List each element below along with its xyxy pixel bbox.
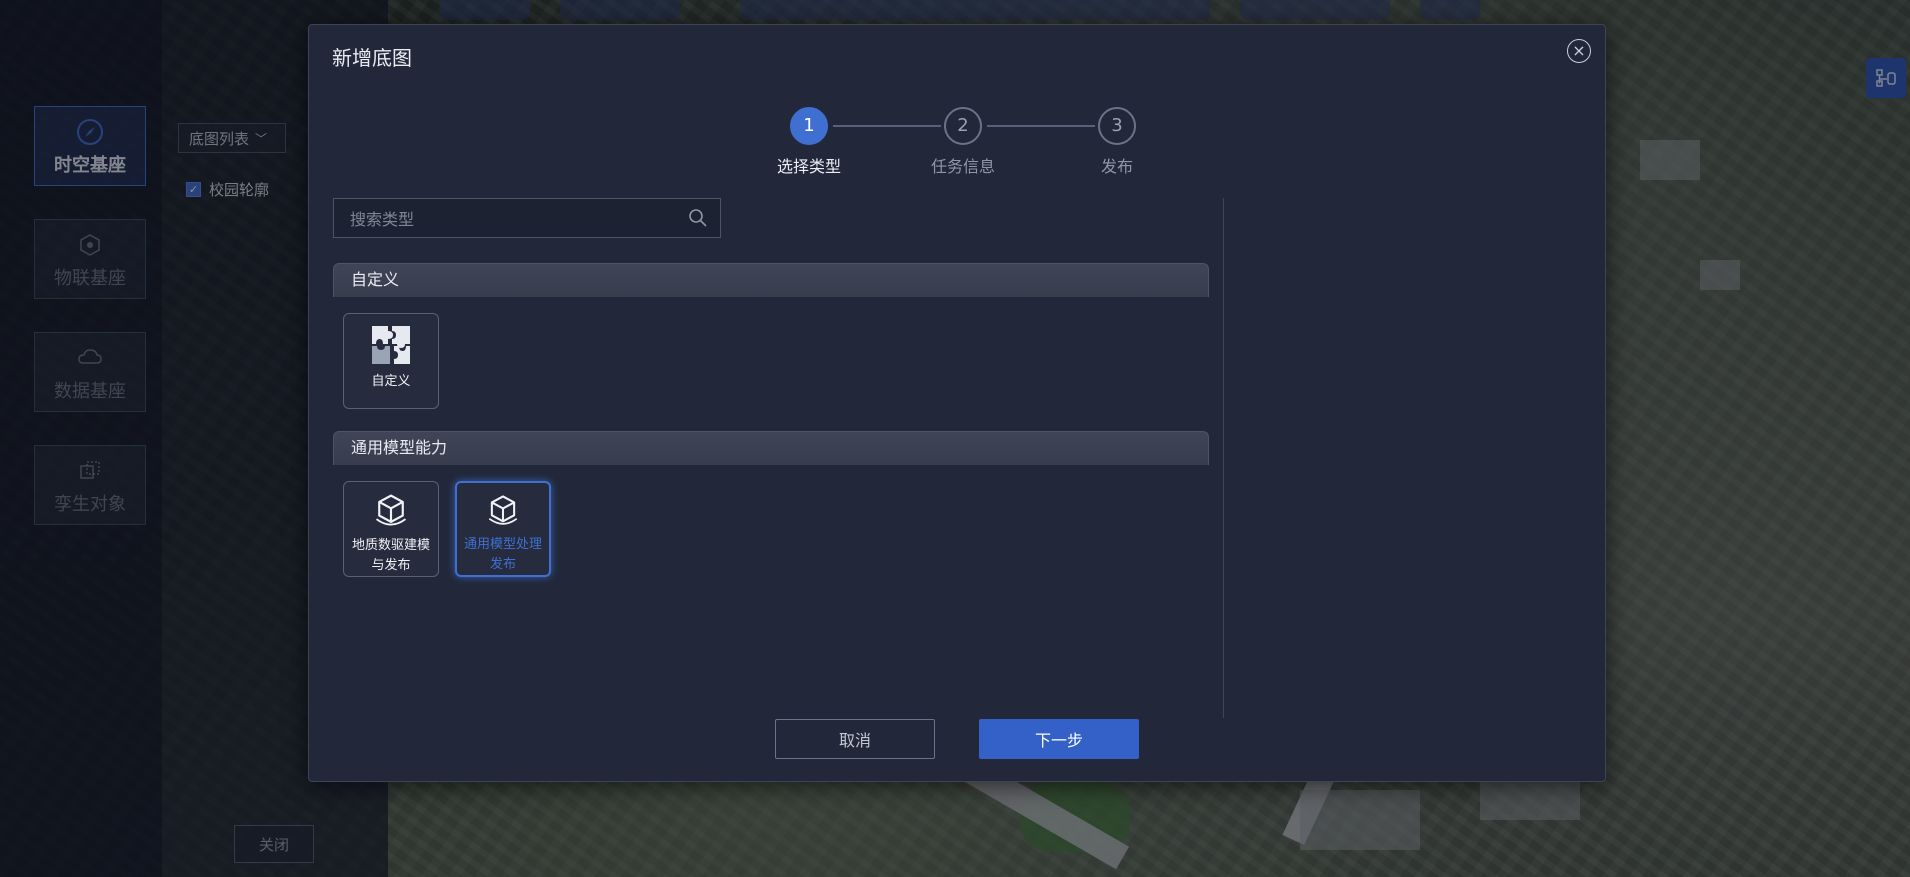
tile-label: 地质数驱建模与发布 [351,538,430,573]
type-tile-geology-modeling[interactable]: 地质数驱建模与发布 [343,481,439,577]
type-tile-general-model-publish[interactable]: 通用模型处理发布 [455,481,551,577]
search-type-input[interactable]: 搜索类型 [333,198,721,238]
panel-divider [1223,198,1224,718]
dialog-title: 新增底图 [332,46,412,70]
new-basemap-dialog: 新增底图 × 1 选择类型 2 任务信息 3 发布 搜索类型 自定义 自定义 通… [308,24,1606,782]
step-task-info: 2 任务信息 [913,107,1013,177]
app-root: 时空基座 物联基座 数据基座 孪生对象 底图列表 ﹀ ✓ 校园轮廓 关闭 新增底… [0,0,1910,877]
step-number: 3 [1098,107,1136,145]
puzzle-icon [372,326,410,364]
tile-label: 自定义 [371,374,411,389]
step-number: 2 [944,107,982,145]
section-header-custom: 自定义 [333,263,1209,297]
section-header-general-model: 通用模型能力 [333,431,1209,465]
next-step-button[interactable]: 下一步 [979,719,1139,759]
step-select-type: 1 选择类型 [759,107,859,177]
model-cube-icon [488,495,518,525]
step-label: 任务信息 [930,157,995,176]
step-number: 1 [790,107,828,145]
stepper: 1 选择类型 2 任务信息 3 发布 [309,107,1605,187]
search-placeholder: 搜索类型 [350,210,415,229]
search-icon[interactable] [688,208,708,228]
step-publish: 3 发布 [1067,107,1167,177]
model-cube-icon [375,494,407,526]
cancel-button[interactable]: 取消 [775,719,935,759]
step-label: 发布 [1100,157,1133,176]
tile-label: 通用模型处理发布 [463,537,542,572]
type-tile-custom[interactable]: 自定义 [343,313,439,409]
close-icon[interactable]: × [1567,39,1591,63]
step-label: 选择类型 [776,157,841,176]
